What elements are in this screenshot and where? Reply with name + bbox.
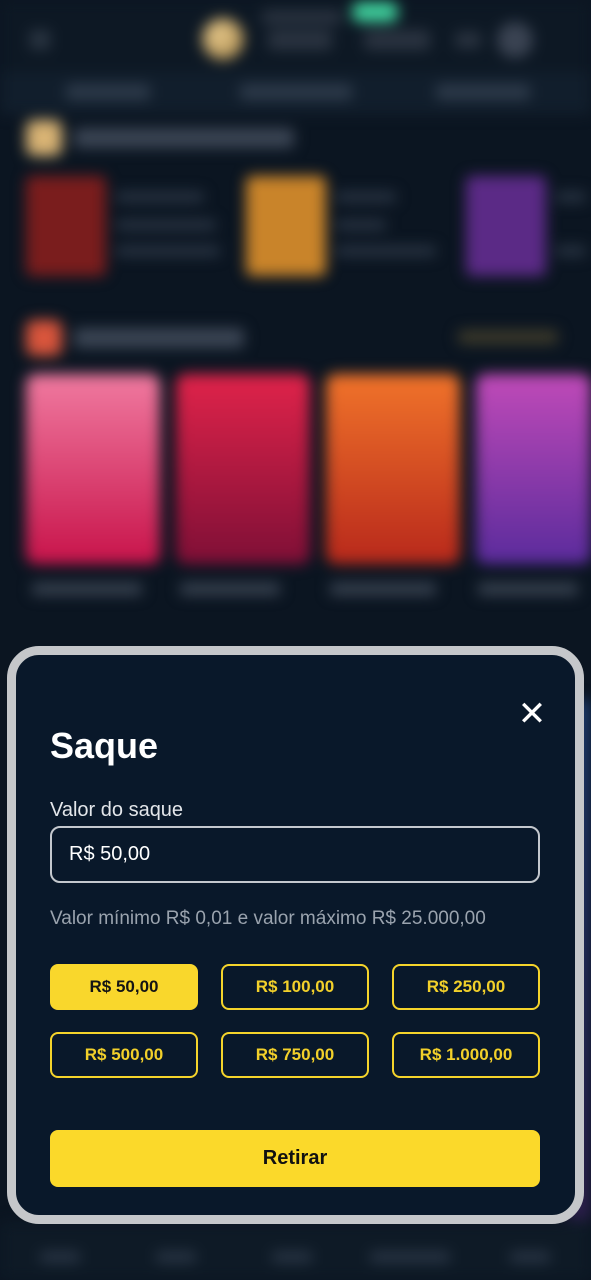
game-card: [176, 374, 310, 564]
quick-amount-button-250[interactable]: R$ 250,00: [392, 964, 540, 1010]
modal-title: Saque: [50, 725, 159, 766]
avatar: [497, 22, 533, 58]
quick-amount-button-750[interactable]: R$ 750,00: [221, 1032, 369, 1078]
balance-chip: [268, 30, 332, 50]
status-badge: [352, 2, 398, 22]
winner-thumb: [246, 176, 326, 276]
close-icon[interactable]: ✕: [513, 695, 551, 733]
winners-icon: [26, 120, 62, 156]
bonus-chip: [364, 30, 430, 50]
logo: [202, 18, 244, 60]
quick-amount-button-50[interactable]: R$ 50,00: [50, 964, 198, 1010]
winner-thumb: [26, 176, 106, 276]
winner-thumb: [466, 176, 546, 276]
top-bar: [0, 0, 591, 72]
game-card: [26, 374, 160, 564]
withdraw-button[interactable]: Retirar: [50, 1130, 540, 1187]
balance-label: [262, 10, 342, 24]
quick-amount-button-500[interactable]: R$ 500,00: [50, 1032, 198, 1078]
section-title-winners: [74, 128, 294, 148]
amount-label: Valor do saque: [50, 799, 184, 821]
quick-amount-button-100[interactable]: R$ 100,00: [221, 964, 369, 1010]
bottom-nav: [0, 1222, 591, 1280]
prizes-icon: [26, 320, 62, 356]
withdraw-modal: ✕ Saque Valor do saque Valor mínimo R$ 0…: [7, 646, 584, 1224]
game-card: [326, 374, 460, 564]
game-card: [476, 374, 591, 564]
wallet-icon: [455, 32, 481, 48]
limits-hint: Valor mínimo R$ 0,01 e valor máximo R$ 2…: [50, 908, 486, 929]
amount-input[interactable]: [50, 826, 540, 883]
quick-amount-button-1000[interactable]: R$ 1.000,00: [392, 1032, 540, 1078]
section-title-prizes: [74, 328, 244, 348]
category-tabs: [0, 72, 591, 113]
menu-icon: [30, 32, 50, 48]
see-all-link: [458, 330, 558, 344]
